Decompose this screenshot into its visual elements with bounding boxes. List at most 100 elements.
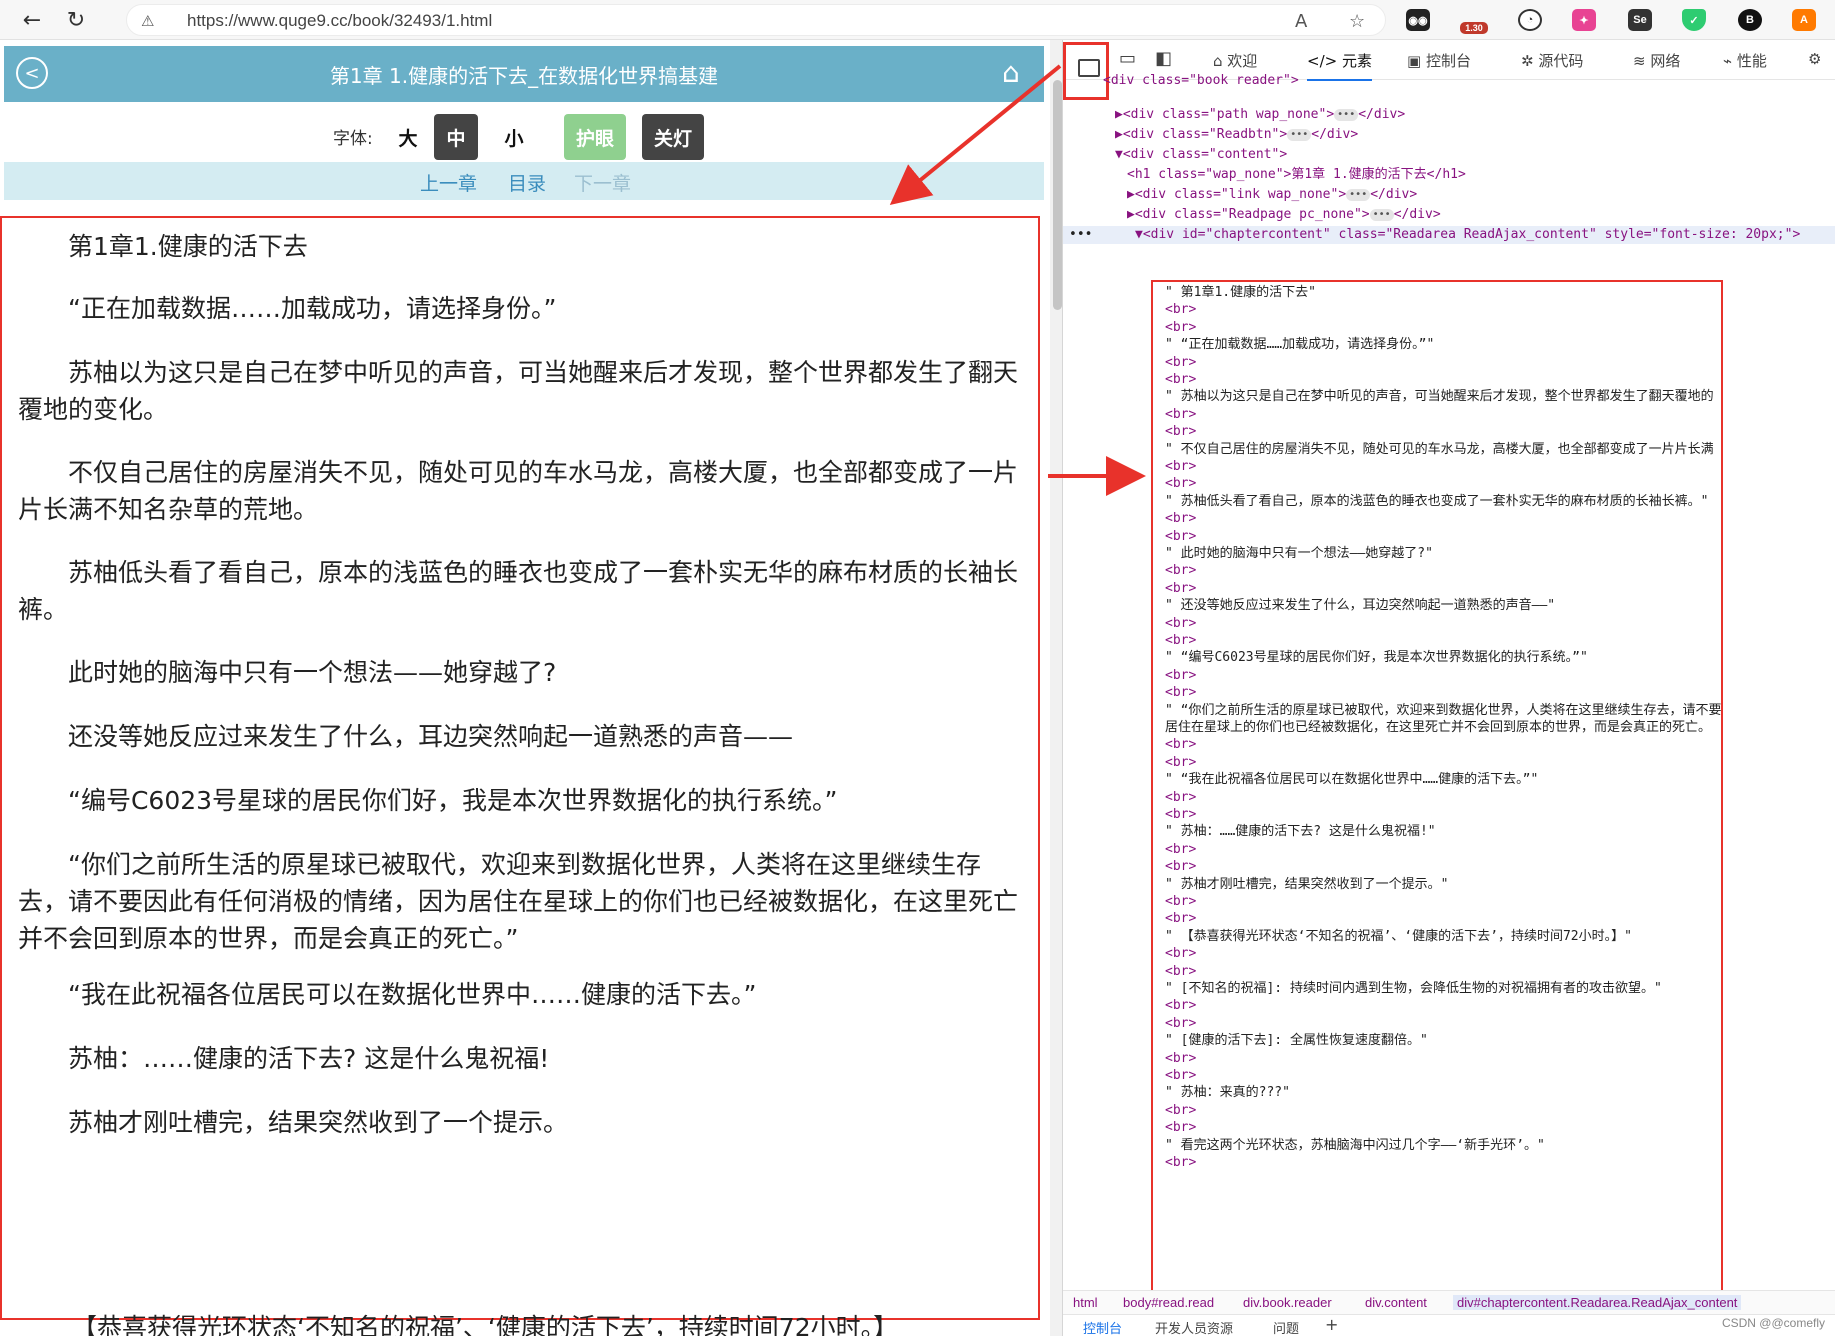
text-node[interactable]: " 看完这两个光环状态，苏柚脑海中闪过几个字——‘新手光环’。"	[1165, 1137, 1545, 1155]
br-node[interactable]: <br>	[1165, 319, 1196, 337]
br-node[interactable]: <br>	[1165, 1154, 1196, 1172]
read-aloud-icon[interactable]: A	[1295, 11, 1307, 32]
extension-icon-5[interactable]: A	[1792, 9, 1816, 31]
dom-node-line[interactable]: <div class="book reader">	[1103, 72, 1299, 90]
br-node[interactable]: <br>	[1165, 458, 1196, 476]
text-node[interactable]: " “我在此祝福各位居民可以在数据化世界中……健康的活下去。”"	[1165, 771, 1538, 789]
text-node[interactable]: " 苏柚才刚吐槽完，结果突然收到了一个提示。"	[1165, 876, 1448, 894]
dom-node-line[interactable]: ▶<div class="Readpage pc_none"> ••• </div>	[1127, 206, 1441, 224]
tab-sources[interactable]: ✲ 源代码	[1521, 50, 1583, 71]
text-node[interactable]: " 苏柚：来真的???"	[1165, 1084, 1290, 1102]
br-node[interactable]: <br>	[1165, 963, 1196, 981]
crumb-html[interactable]: html	[1073, 1295, 1098, 1310]
dock-icon[interactable]: ◧	[1155, 48, 1172, 69]
tab-welcome[interactable]: ⌂ 欢迎	[1213, 50, 1257, 71]
br-node[interactable]: <br>	[1165, 841, 1196, 859]
speed-icon[interactable]: ◔	[1518, 9, 1542, 31]
text-node[interactable]: " 还没等她反应过来发生了什么，耳边突然响起一道熟悉的声音——"	[1165, 597, 1555, 615]
br-node[interactable]: <br>	[1165, 632, 1196, 650]
dom-node-line[interactable]: <h1 class="wap_none">第1章 1.健康的活下去</h1>	[1127, 166, 1466, 184]
dom-node-line[interactable]: ▼<div class="content">	[1115, 146, 1287, 164]
tab-console[interactable]: ▣ 控制台	[1407, 50, 1471, 71]
tab-network[interactable]: ≋ 网络	[1633, 50, 1680, 71]
br-node[interactable]: <br>	[1165, 510, 1196, 528]
br-node[interactable]: <br>	[1165, 528, 1196, 546]
eye-care-button[interactable]: 护眼	[564, 114, 626, 160]
text-node[interactable]: " “正在加载数据……加载成功，请选择身份。”"	[1165, 336, 1434, 354]
crumb-body[interactable]: body#read.read	[1123, 1295, 1214, 1310]
text-node[interactable]: " [不知名的祝福]: 持续时间内遇到生物，会降低生物的对祝福拥有者的攻击欲望。…	[1165, 980, 1662, 998]
text-node[interactable]: " 【恭喜获得光环状态‘不知名的祝福’、‘健康的活下去’，持续时间72小时。】"	[1165, 928, 1632, 946]
extension-badge[interactable]: 1.30	[1460, 22, 1488, 34]
br-node[interactable]: <br>	[1165, 997, 1196, 1015]
add-tab-button[interactable]: +	[1325, 1315, 1338, 1334]
br-node[interactable]: <br>	[1165, 301, 1196, 319]
url-text[interactable]: https://www.quge9.cc/book/32493/1.html	[187, 11, 492, 31]
br-node[interactable]: <br>	[1165, 736, 1196, 754]
shield-icon[interactable]: ✓	[1682, 9, 1706, 31]
lock-icon[interactable]: ⚠	[141, 12, 154, 30]
drawer-tab-dev-resources[interactable]: 开发人员资源	[1155, 1318, 1233, 1336]
next-chapter-link[interactable]: 下一章	[574, 169, 631, 196]
br-node[interactable]: <br>	[1165, 754, 1196, 772]
font-medium-button[interactable]: 中	[434, 114, 478, 160]
extension-icon-4[interactable]: B	[1738, 9, 1762, 31]
node-more-dots[interactable]: •••	[1069, 226, 1092, 244]
br-node[interactable]: <br>	[1165, 615, 1196, 633]
crumb-book-reader[interactable]: div.book.reader	[1243, 1295, 1332, 1310]
br-node[interactable]: <br>	[1165, 945, 1196, 963]
reload-icon[interactable]: ↻	[62, 6, 90, 34]
lights-off-button[interactable]: 关灯	[642, 114, 704, 160]
scrollbar-thumb[interactable]	[1053, 80, 1062, 310]
br-node[interactable]: <br>	[1165, 354, 1196, 372]
settings-gear-icon[interactable]: ⚙	[1808, 50, 1821, 68]
br-node[interactable]: <br>	[1165, 1102, 1196, 1120]
br-node[interactable]: <br>	[1165, 858, 1196, 876]
br-node[interactable]: <br>	[1165, 423, 1196, 441]
text-node[interactable]: " “你们之前所生活的原星球已被取代，欢迎来到数据化世界，人类将在这里继续生存去…	[1165, 702, 1721, 720]
favorite-star-icon[interactable]: ☆	[1349, 11, 1365, 32]
br-node[interactable]: <br>	[1165, 406, 1196, 424]
br-node[interactable]: <br>	[1165, 371, 1196, 389]
font-small-button[interactable]: 小	[496, 114, 532, 160]
br-node[interactable]: <br>	[1165, 684, 1196, 702]
text-node[interactable]: " 苏柚：……健康的活下去? 这是什么鬼祝福!"	[1165, 823, 1436, 841]
text-node[interactable]: 居住在星球上的你们也已经被数据化，在这里死亡并不会回到原本的世界，而是会真正的死…	[1165, 719, 1711, 737]
back-icon[interactable]: ←	[18, 6, 46, 34]
tab-performance[interactable]: ⌁ 性能	[1723, 50, 1767, 71]
br-node[interactable]: <br>	[1165, 789, 1196, 807]
drawer-tab-console[interactable]: 控制台	[1083, 1318, 1122, 1336]
br-node[interactable]: <br>	[1165, 893, 1196, 911]
br-node[interactable]: <br>	[1165, 806, 1196, 824]
text-node[interactable]: " [健康的活下去]: 全属性恢复速度翻倍。"	[1165, 1032, 1428, 1050]
br-node[interactable]: <br>	[1165, 1015, 1196, 1033]
br-node[interactable]: <br>	[1165, 667, 1196, 685]
text-node[interactable]: " 第1章1.健康的活下去"	[1165, 284, 1316, 302]
text-node[interactable]: " 苏柚以为这只是自己在梦中听见的声音，可当她醒来后才发现，整个世界都发生了翻天…	[1165, 388, 1714, 406]
dom-node-line[interactable]: ▼<div id="chaptercontent" class="Readare…	[1063, 226, 1835, 244]
br-node[interactable]: <br>	[1165, 1050, 1196, 1068]
drawer-tab-issues[interactable]: 问题	[1273, 1318, 1299, 1336]
br-node[interactable]: <br>	[1165, 1067, 1196, 1085]
br-node[interactable]: <br>	[1165, 910, 1196, 928]
text-node[interactable]: " 苏柚低头看了看自己，原本的浅蓝色的睡衣也变成了一套朴实无华的麻布材质的长袖长…	[1165, 493, 1708, 511]
address-bar[interactable]: ⚠ https://www.quge9.cc/book/32493/1.html…	[126, 4, 1386, 36]
font-large-button[interactable]: 大	[390, 114, 426, 160]
prev-chapter-link[interactable]: 上一章	[420, 169, 477, 196]
extension-icon[interactable]: ◉◉	[1406, 9, 1430, 31]
br-node[interactable]: <br>	[1165, 1119, 1196, 1137]
tab-elements[interactable]: </> 元素	[1307, 50, 1372, 81]
home-icon[interactable]: ⌂	[1002, 56, 1034, 89]
text-node[interactable]: " 此时她的脑海中只有一个想法——她穿越了?"	[1165, 545, 1433, 563]
br-node[interactable]: <br>	[1165, 580, 1196, 598]
crumb-chaptercontent[interactable]: div#chaptercontent.Readarea.ReadAjax_con…	[1453, 1295, 1742, 1310]
br-node[interactable]: <br>	[1165, 562, 1196, 580]
extension-icon-3[interactable]: Se	[1628, 9, 1652, 31]
extension-icon-2[interactable]: ✦	[1572, 9, 1596, 31]
dom-node-line[interactable]: ▶<div class="Readbtn"> ••• </div>	[1115, 126, 1358, 144]
crumb-content[interactable]: div.content	[1365, 1295, 1427, 1310]
dom-node-line[interactable]: ▶<div class="path wap_none"> ••• </div>	[1115, 106, 1405, 124]
dom-node-line[interactable]: ▶<div class="link wap_none"> ••• </div>	[1127, 186, 1417, 204]
toc-link[interactable]: 目录	[508, 169, 546, 196]
text-node[interactable]: " 不仅自己居住的房屋消失不见，随处可见的车水马龙，高楼大厦，也全部都变成了一片…	[1165, 441, 1714, 459]
